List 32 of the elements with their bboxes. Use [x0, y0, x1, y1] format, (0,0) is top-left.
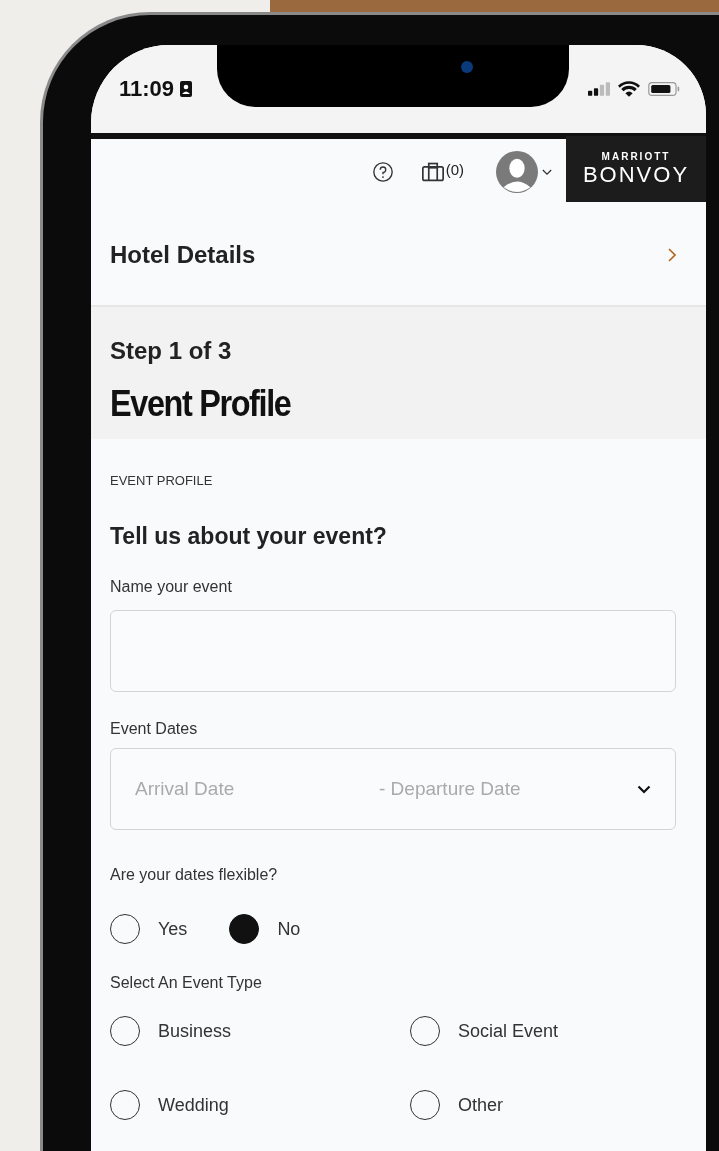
signal-icon: [588, 82, 610, 96]
contact-card-icon: [180, 81, 193, 97]
field-label: Select An Event Type: [110, 974, 263, 992]
brand-logo[interactable]: MARRIOTT BONVOY: [566, 136, 706, 202]
radio-option[interactable]: Business: [110, 1016, 410, 1046]
radio-option[interactable]: Wedding: [110, 1090, 410, 1120]
arrival-date-placeholder: Arrival Date: [135, 778, 236, 800]
radio-button[interactable]: [229, 914, 260, 944]
chevron-down-icon: [637, 784, 651, 794]
radio-option[interactable]: No: [229, 914, 301, 944]
radio-option[interactable]: Other: [410, 1090, 676, 1120]
caret-icon[interactable]: [542, 168, 552, 176]
camera-icon: [461, 61, 473, 73]
suitcase-icon[interactable]: [421, 162, 444, 182]
departure-date-placeholder: - Departure Date: [379, 778, 522, 800]
bag-count: (0): [445, 160, 464, 178]
field-label: Name your event: [110, 578, 233, 596]
radio-option[interactable]: Yes: [110, 914, 188, 944]
wifi-icon: [618, 80, 640, 98]
help-icon[interactable]: [371, 161, 394, 183]
status-time: 11:09: [119, 76, 175, 102]
radio-option[interactable]: Social Event: [410, 1016, 676, 1046]
battery-icon: [648, 81, 680, 97]
step-counter: Step 1 of 3: [110, 337, 233, 365]
page-title: Event Profile: [110, 383, 292, 425]
avatar-icon[interactable]: [496, 151, 538, 193]
field-label: Event Dates: [110, 720, 199, 738]
section-label: EVENT PROFILE: [110, 473, 214, 488]
chevron-right-icon: [668, 248, 676, 262]
form-heading: Tell us about your event?: [110, 523, 388, 550]
field-label: Are your dates flexible?: [110, 866, 279, 884]
event-name-field[interactable]: [110, 610, 676, 692]
